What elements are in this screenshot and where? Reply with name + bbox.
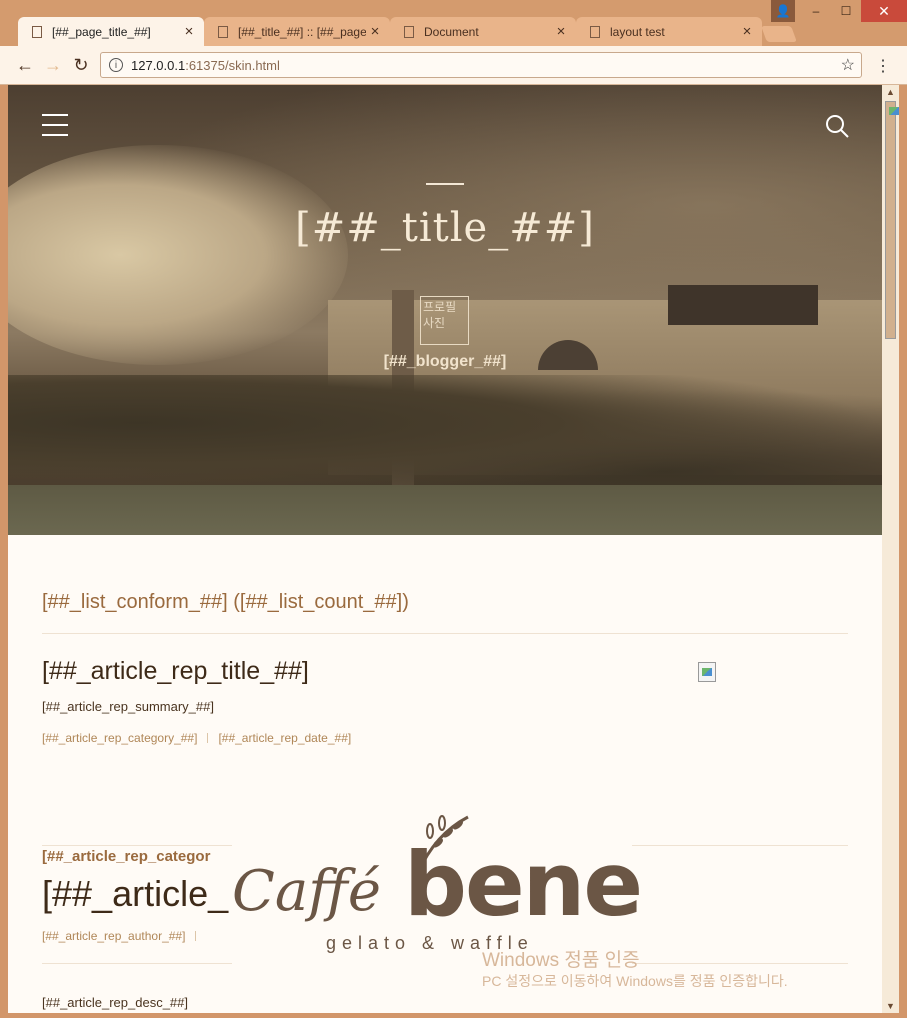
featured-article-meta: [##_article_rep_author_##]	[42, 929, 206, 943]
minimize-button[interactable]: –	[801, 0, 831, 22]
scroll-down-arrow-icon[interactable]: ▼	[882, 1001, 899, 1011]
document-icon	[404, 25, 414, 38]
tab-title-page-title[interactable]: [##_title_##] :: [##_page_title_##] ×	[204, 17, 390, 46]
user-profile-icon[interactable]: 👤	[771, 0, 795, 22]
document-icon	[32, 25, 42, 38]
profile-image: 프로필사진	[420, 296, 469, 345]
divider	[42, 633, 848, 634]
article-category[interactable]: [##_article_rep_category_##]	[42, 731, 197, 745]
address-bar[interactable]: i 127.0.0.1:61375/skin.html ☆	[100, 52, 862, 78]
tab-label: layout test	[610, 24, 665, 39]
windows-activation-text: PC 설정으로 이동하여 Windows를 정품 인증합니다.	[482, 973, 788, 989]
tab-close-icon[interactable]: ×	[552, 23, 570, 40]
forward-arrow-icon[interactable]: →	[42, 54, 64, 76]
tab-close-icon[interactable]: ×	[366, 23, 384, 40]
hero-palace-roof	[668, 285, 818, 325]
brand-script-text: Caffé	[232, 859, 382, 924]
search-icon[interactable]	[824, 113, 850, 139]
new-tab-button[interactable]	[761, 26, 797, 42]
featured-article-title[interactable]: [##_article_	[42, 873, 228, 915]
article-date: [##_article_rep_date_##]	[218, 731, 352, 745]
hero-banner: [##_title_##] 프로필사진 [##_blogger_##]	[8, 85, 882, 535]
hero-divider	[426, 183, 464, 185]
bookmark-star-icon[interactable]: ☆	[841, 55, 855, 75]
scroll-up-arrow-icon[interactable]: ▲	[882, 87, 899, 97]
meta-separator	[207, 733, 209, 743]
url-path: :61375/skin.html	[185, 57, 280, 73]
article-author: [##_article_rep_author_##]	[42, 929, 186, 943]
tab-close-icon[interactable]: ×	[738, 23, 756, 40]
tab-label: [##_title_##] :: [##_page_title_##]	[238, 24, 366, 39]
article-title[interactable]: [##_article_rep_title_##]	[42, 657, 309, 686]
tab-document[interactable]: Document ×	[390, 17, 576, 46]
article-summary: [##_article_rep_summary_##]	[42, 699, 214, 714]
windows-activation-title: Windows 정품 인증	[482, 950, 640, 971]
hero-trees	[8, 375, 882, 495]
hero-lawn	[8, 485, 882, 535]
article-meta: [##_article_rep_category_##] [##_article…	[42, 731, 351, 745]
hamburger-menu-icon[interactable]	[42, 114, 68, 136]
maximize-button[interactable]: ☐	[831, 0, 861, 22]
browser-toolbar: ← → ↻ i 127.0.0.1:61375/skin.html ☆ ⋮	[0, 46, 907, 85]
tab-label: [##_page_title_##]	[52, 24, 151, 39]
meta-separator	[195, 931, 197, 941]
back-arrow-icon[interactable]: ←	[14, 54, 36, 76]
featured-article-category[interactable]: [##_article_rep_categor	[42, 848, 210, 865]
tab-layout-test[interactable]: layout test ×	[576, 17, 762, 46]
window-controls: 👤 – ☐ ✕	[771, 0, 907, 22]
info-icon[interactable]: i	[109, 58, 123, 72]
document-icon	[590, 25, 600, 38]
document-icon	[218, 25, 228, 38]
tab-close-icon[interactable]: ×	[180, 23, 198, 40]
reload-icon[interactable]: ↻	[70, 54, 92, 76]
page-viewport: [##_title_##] 프로필사진 [##_blogger_##] [##_…	[8, 85, 882, 1013]
brand-bold-text: bene	[404, 833, 643, 936]
close-window-button[interactable]: ✕	[861, 0, 907, 22]
article-description: [##_article_rep_desc_##]	[42, 995, 188, 1010]
vertical-scrollbar[interactable]: ▲ ▼	[882, 85, 899, 1013]
browser-menu-icon[interactable]: ⋮	[875, 56, 891, 76]
article-thumbnail[interactable]	[698, 662, 716, 682]
blogger-name: [##_blogger_##]	[383, 353, 507, 370]
blog-title[interactable]: [##_title_##]	[8, 205, 882, 251]
url-host: 127.0.0.1	[131, 57, 186, 73]
tab-page-title[interactable]: [##_page_title_##] ×	[18, 17, 204, 46]
tab-label: Document	[424, 24, 479, 39]
scrollbar-thumb[interactable]	[885, 101, 899, 339]
list-heading: [##_list_conform_##] ([##_list_count_##]…	[42, 591, 409, 613]
browser-titlebar: 👤 – ☐ ✕ [##_page_title_##] × [##_title_#…	[0, 0, 907, 46]
